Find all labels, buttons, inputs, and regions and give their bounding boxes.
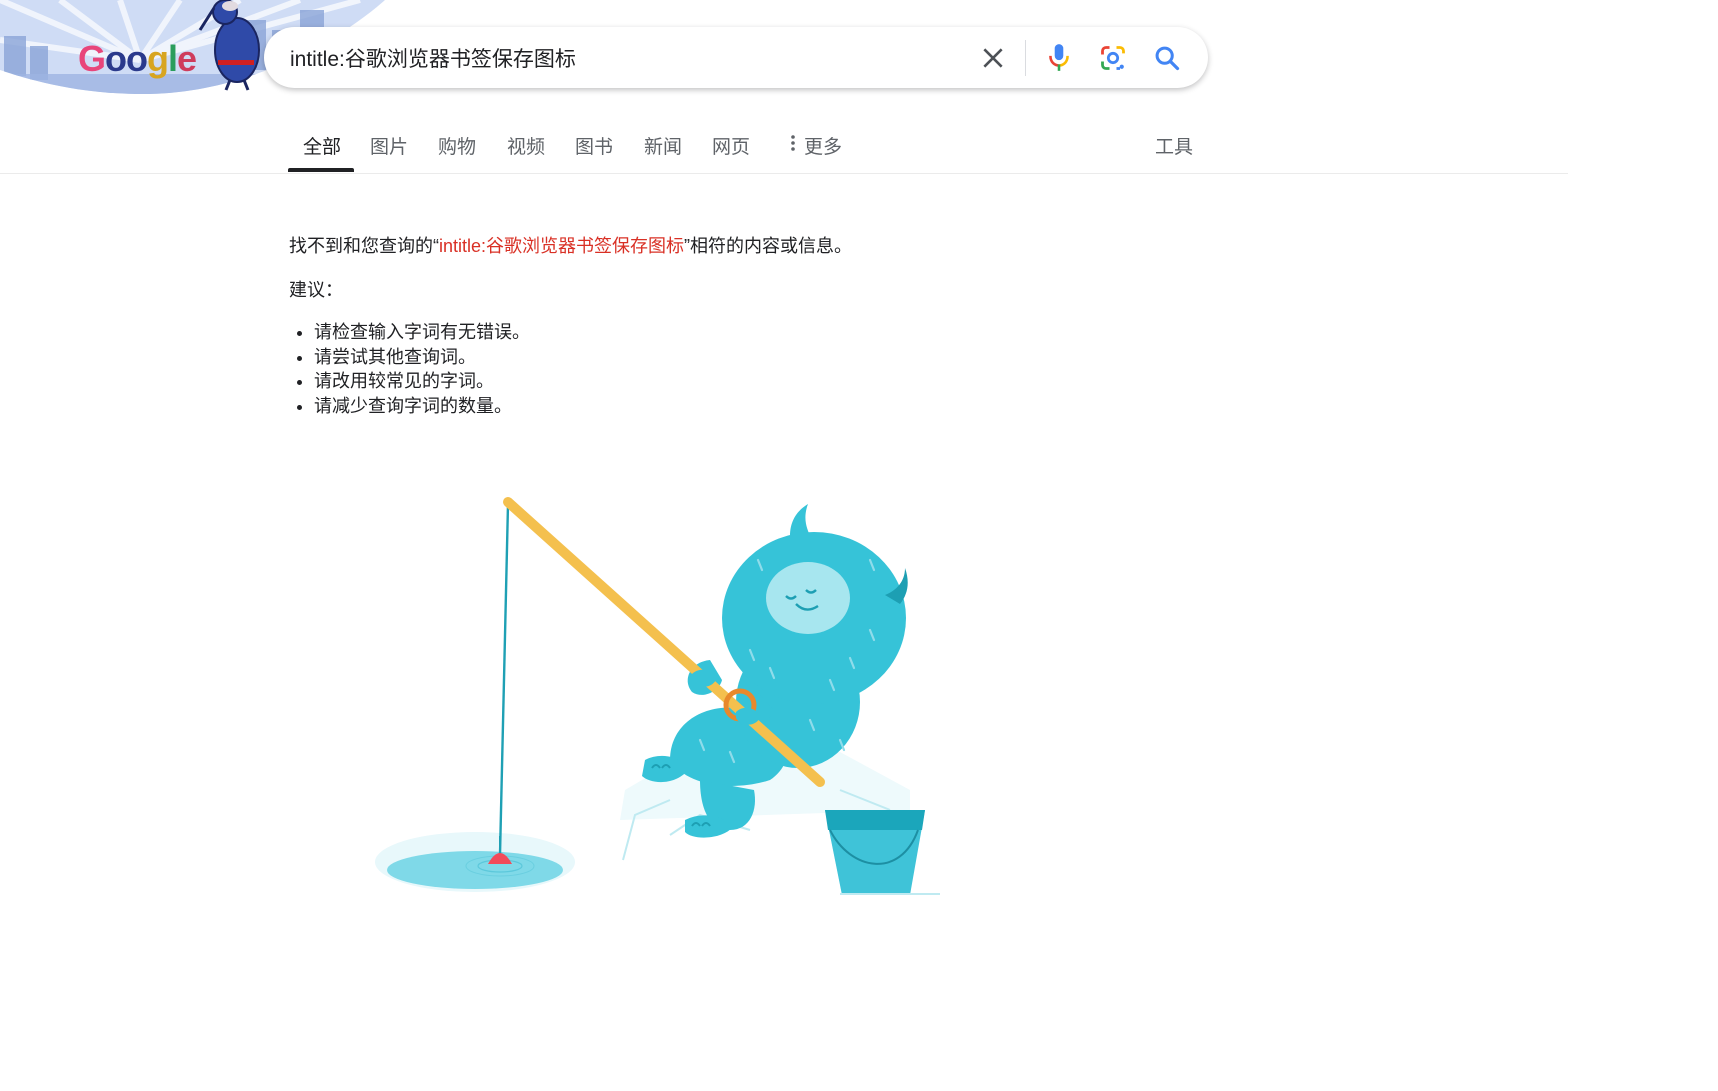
suggestion-item: 请尝试其他查询词。	[314, 345, 530, 370]
tabs-divider	[0, 173, 1568, 174]
lens-search-button[interactable]	[1093, 38, 1133, 78]
search-icon	[1155, 46, 1180, 71]
fishing-monster-illustration	[375, 497, 940, 895]
search-tabs: 全部 图片 购物 视频 图书 新闻 网页 更多 工具	[0, 118, 1568, 174]
tab-videos[interactable]: 视频	[507, 132, 545, 159]
tab-shopping[interactable]: 购物	[438, 132, 476, 159]
no-results-message: 找不到和您查询的“intitle:谷歌浏览器书签保存图标”相符的内容或信息。	[289, 232, 852, 258]
tools-button[interactable]: 工具	[1155, 132, 1193, 159]
tab-news[interactable]: 新闻	[644, 132, 682, 159]
microphone-icon	[1049, 44, 1069, 71]
tab-web[interactable]: 网页	[712, 132, 750, 159]
suggestion-item: 请改用较常见的字词。	[314, 369, 530, 394]
suggestion-item: 请检查输入字词有无错误。	[314, 320, 530, 345]
active-tab-indicator	[288, 168, 354, 172]
logo-letter: G	[78, 38, 106, 79]
tab-images[interactable]: 图片	[370, 132, 408, 159]
message-suffix: ”相符的内容或信息。	[684, 236, 853, 256]
suggestions-list: 请检查输入字词有无错误。 请尝试其他查询词。 请改用较常见的字词。 请减少查询字…	[289, 320, 530, 418]
search-box[interactable]	[264, 27, 1208, 88]
tab-more[interactable]: 更多	[790, 132, 842, 159]
search-divider	[1025, 40, 1026, 76]
camera-lens-icon	[1101, 46, 1125, 70]
logo-letter: o	[126, 38, 148, 79]
logo-letter: e	[177, 38, 197, 79]
doodle-logo[interactable]: Google	[78, 38, 197, 80]
logo-letter: l	[168, 38, 178, 79]
search-button[interactable]	[1147, 38, 1187, 78]
tab-all[interactable]: 全部	[303, 132, 341, 159]
bucket	[825, 810, 940, 895]
close-icon	[983, 48, 1003, 68]
suggestions-title: 建议：	[289, 280, 343, 300]
clear-button[interactable]	[973, 38, 1013, 78]
logo-letter: g	[147, 38, 169, 79]
tab-books[interactable]: 图书	[575, 132, 613, 159]
logo-letter: o	[105, 38, 127, 79]
more-vert-icon	[791, 135, 795, 151]
voice-search-button[interactable]	[1039, 38, 1079, 78]
ice-hole	[375, 832, 575, 892]
fishing-line	[498, 503, 510, 856]
tab-more-label: 更多	[804, 137, 843, 158]
message-prefix: 找不到和您查询的“	[289, 236, 439, 256]
search-input[interactable]	[290, 44, 940, 72]
suggestion-item: 请减少查询字词的数量。	[314, 394, 530, 419]
message-query: intitle:谷歌浏览器书签保存图标	[439, 236, 685, 256]
